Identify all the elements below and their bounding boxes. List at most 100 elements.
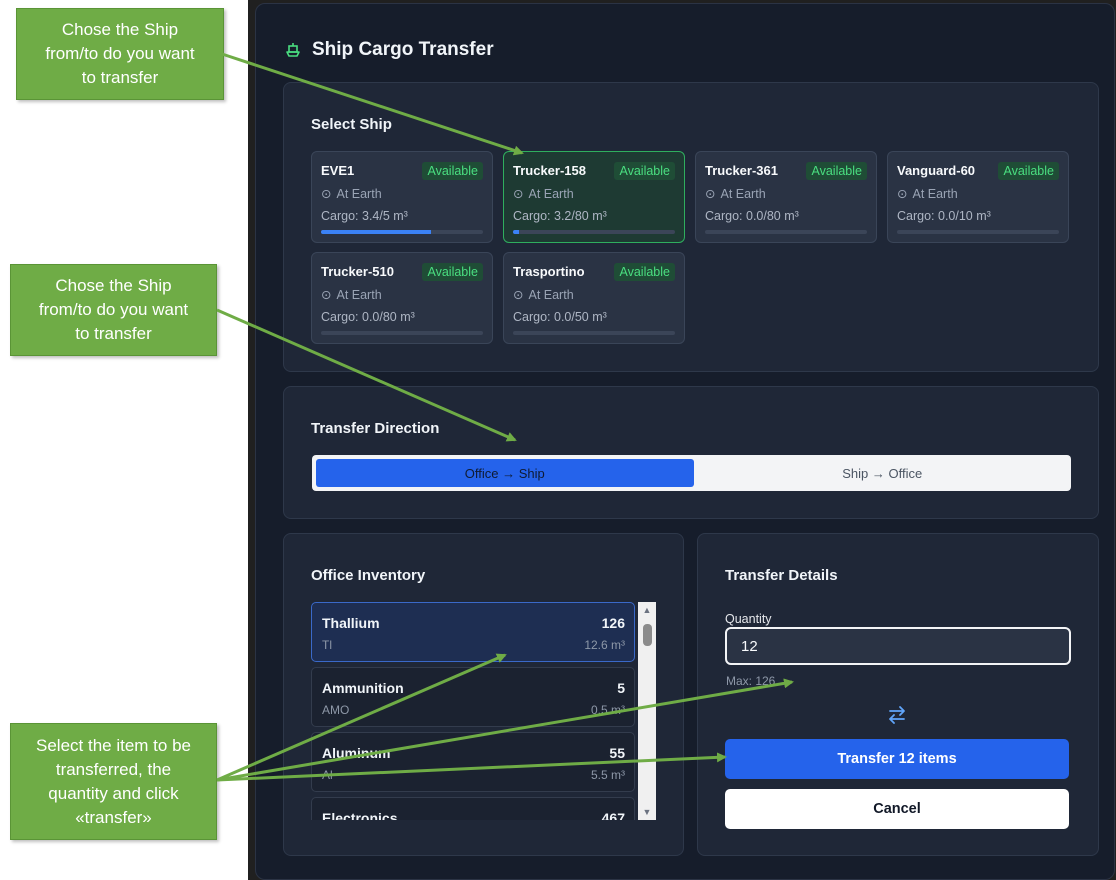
cargo-progress-bar (321, 331, 483, 335)
item-name: Thallium (322, 615, 380, 631)
ship-cargo: Cargo: 3.4/5 m³ (321, 209, 408, 223)
item-code: Tl (322, 638, 332, 652)
ship-location: ⊙ At Earth (513, 186, 574, 202)
cargo-progress-bar (513, 230, 675, 234)
ship-cargo: Cargo: 0.0/50 m³ (513, 310, 607, 324)
inventory-item-electronics[interactable]: Electronics 467 (311, 797, 635, 820)
inventory-item-thallium[interactable]: Thallium Tl 126 12.6 m³ (311, 602, 635, 662)
item-quantity: 467 (601, 810, 625, 820)
ship-card-trucker-158[interactable]: Trucker-158 Available ⊙ At Earth Cargo: 3… (503, 151, 685, 243)
callout-line: to transfer (81, 68, 159, 87)
cargo-progress-bar (321, 230, 483, 234)
item-code: Al (322, 768, 333, 782)
item-volume: 12.6 m³ (584, 638, 625, 652)
office-inventory-panel: Office Inventory Thallium Tl 126 12.6 m³… (283, 533, 684, 856)
ship-location: ⊙ At Earth (321, 287, 382, 303)
ship-location: ⊙ At Earth (321, 186, 382, 202)
location-pin-icon: ⊙ (705, 187, 716, 201)
ship-name: Trasportino (513, 264, 585, 279)
transfer-details-heading: Transfer Details (725, 567, 838, 584)
modal-title: Ship Cargo Transfer (284, 38, 494, 62)
swap-direction-icon[interactable] (886, 704, 908, 726)
ship-name: Trucker-510 (321, 264, 394, 279)
scroll-up-icon[interactable]: ▲ (638, 602, 656, 618)
callout-line: to transfer (75, 324, 152, 343)
ship-location: ⊙ At Earth (513, 287, 574, 303)
location-text: At Earth (528, 287, 574, 302)
inventory-item-ammunition[interactable]: Ammunition AMO 5 0.5 m³ (311, 667, 635, 727)
quantity-label: Quantity (725, 612, 772, 626)
ship-card-eve1[interactable]: EVE1 Available ⊙ At Earth Cargo: 3.4/5 m³ (311, 151, 493, 243)
office-inventory-heading: Office Inventory (311, 567, 426, 584)
callout-line: from/to do you want (45, 44, 195, 63)
location-text: At Earth (720, 186, 766, 201)
location-pin-icon: ⊙ (513, 288, 524, 302)
cargo-progress-fill (321, 230, 432, 234)
cargo-progress-bar (705, 230, 867, 234)
transfer-direction-heading: Transfer Direction (311, 420, 440, 437)
direction-office-to-ship[interactable]: Office → Ship (316, 459, 694, 487)
direction-toggle: Office → Ship Ship → Office (312, 455, 1071, 491)
status-badge: Available (422, 263, 483, 281)
transfer-button[interactable]: Transfer 12 items (725, 739, 1069, 779)
item-volume: 0.5 m³ (590, 703, 625, 717)
status-badge: Available (614, 263, 675, 281)
direction-ship-to-office[interactable]: Ship → Office (694, 455, 1072, 491)
callout-select-item: Select the item to be transferred, the q… (10, 723, 217, 840)
item-name: Aluminum (322, 745, 391, 761)
ship-name: EVE1 (321, 163, 355, 178)
location-text: At Earth (912, 186, 958, 201)
transfer-details-panel: Transfer Details Quantity Max: 126 Trans… (697, 533, 1099, 856)
location-pin-icon: ⊙ (513, 187, 524, 201)
cargo-progress-bar (513, 331, 675, 335)
location-pin-icon: ⊙ (897, 187, 908, 201)
status-badge: Available (998, 162, 1059, 180)
transfer-direction-panel: Transfer Direction Office → Ship Ship → … (283, 386, 1099, 519)
callout-line: Select the item to be (36, 735, 191, 755)
location-text: At Earth (336, 287, 382, 302)
callout-line: Chose the Ship (61, 20, 179, 39)
item-code: AMO (322, 703, 350, 717)
callout-select-ship: Chose the Ship from/to do you want to tr… (16, 8, 224, 100)
ship-card-trucker-361[interactable]: Trucker-361 Available ⊙ At Earth Cargo: 0… (695, 151, 877, 243)
ship-icon (286, 43, 300, 57)
callout-line: transferred, the (55, 759, 172, 779)
item-volume: 5.5 m³ (590, 768, 625, 782)
ship-card-trucker-510[interactable]: Trucker-510 Available ⊙ At Earth Cargo: 0… (311, 252, 493, 344)
ship-name: Vanguard-60 (897, 163, 976, 178)
inventory-list[interactable]: Thallium Tl 126 12.6 m³ Ammunition AMO 5… (311, 602, 657, 820)
scroll-thumb[interactable] (643, 624, 652, 646)
cargo-progress-bar (897, 230, 1059, 234)
location-text: At Earth (336, 186, 382, 201)
ship-card-vanguard-60[interactable]: Vanguard-60 Available ⊙ At Earth Cargo: 0… (887, 151, 1069, 243)
ship-location: ⊙ At Earth (897, 186, 958, 202)
status-badge: Available (422, 162, 483, 180)
ship-card-trasportino[interactable]: Trasportino Available ⊙ At Earth Cargo: 0… (503, 252, 685, 344)
inventory-item-aluminum[interactable]: Aluminum Al 55 5.5 m³ (311, 732, 635, 792)
ship-cargo: Cargo: 0.0/80 m³ (705, 209, 799, 223)
item-name: Electronics (322, 810, 398, 820)
item-name: Ammunition (322, 680, 404, 696)
ship-location: ⊙ At Earth (705, 186, 766, 202)
cancel-button[interactable]: Cancel (725, 789, 1069, 829)
status-badge: Available (806, 162, 867, 180)
status-badge: Available (614, 162, 675, 180)
max-quantity-text: Max: 126 (726, 674, 776, 688)
callout-line: Chose the Ship (55, 276, 172, 295)
item-quantity: 126 (601, 615, 625, 631)
inventory-scrollbar[interactable]: ▲ ▼ (638, 602, 656, 820)
callout-line: quantity and click (48, 783, 179, 803)
location-pin-icon: ⊙ (321, 187, 332, 201)
quantity-input[interactable] (725, 627, 1071, 665)
location-text: At Earth (528, 186, 574, 201)
modal-title-text: Ship Cargo Transfer (312, 39, 494, 60)
ship-name: Trucker-361 (705, 163, 778, 178)
ship-name: Trucker-158 (513, 163, 586, 178)
callout-line: «transfer» (75, 807, 152, 827)
callout-transfer-direction: Chose the Ship from/to do you want to tr… (10, 264, 217, 356)
item-quantity: 55 (609, 745, 625, 761)
scroll-down-icon[interactable]: ▼ (638, 804, 656, 820)
location-pin-icon: ⊙ (321, 288, 332, 302)
item-quantity: 5 (617, 680, 625, 696)
ship-cargo: Cargo: 0.0/10 m³ (897, 209, 991, 223)
